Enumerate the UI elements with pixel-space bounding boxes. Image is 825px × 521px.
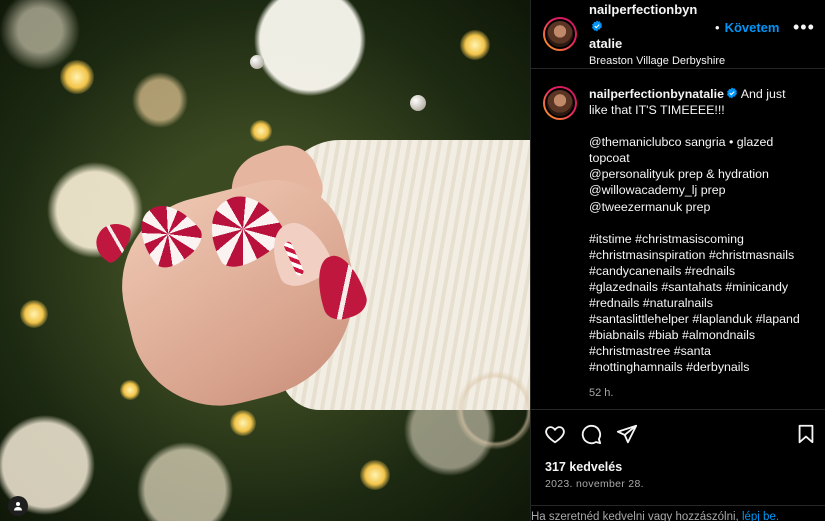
bookmark-icon	[798, 424, 814, 444]
heart-icon	[545, 426, 565, 444]
like-button[interactable]	[543, 422, 567, 446]
ornament-ring	[455, 370, 530, 450]
caption-line: @willowacademy_lj prep	[589, 183, 726, 198]
more-options-button[interactable]: •••	[793, 17, 814, 38]
light-bokeh	[250, 120, 272, 142]
divider	[531, 409, 825, 410]
caption-line: @tweezermanuk prep	[589, 199, 711, 214]
garland-bead	[250, 55, 264, 69]
save-button[interactable]	[794, 422, 818, 446]
separator-dot: •	[715, 19, 720, 35]
user-tag-icon	[14, 502, 22, 511]
verified-badge-icon	[727, 87, 737, 99]
caption-timestamp: 52 h.	[589, 386, 614, 399]
post-date: 2023. november 28.	[545, 478, 644, 490]
light-bokeh	[360, 460, 390, 490]
tagged-users-button[interactable]	[8, 496, 28, 516]
post-photo[interactable]	[0, 0, 530, 521]
likes-count[interactable]: 317 kedvelés	[545, 460, 622, 474]
light-bokeh	[120, 380, 140, 400]
light-bokeh	[20, 300, 48, 328]
post-caption: nailperfectionbynatalie And just like th…	[543, 86, 818, 401]
comment-button[interactable]	[579, 422, 603, 446]
verified-badge-icon	[592, 20, 602, 32]
paper-plane-icon	[616, 424, 638, 444]
garland-bead	[410, 95, 426, 111]
username-part-2: atalie	[589, 36, 623, 51]
caption-line: @themaniclubco sangria • glazed topcoat	[589, 135, 774, 166]
caption-hashtags[interactable]: #itstime #christmasiscoming #christmasin…	[589, 231, 807, 376]
location-link[interactable]: Breaston Village Derbyshire	[589, 55, 725, 67]
follow-button[interactable]: Követem	[725, 20, 780, 35]
post-side-panel: nailperfectionbyn atalie Breaston Villag…	[530, 0, 825, 521]
author-avatar[interactable]	[543, 17, 577, 51]
light-bokeh	[60, 60, 94, 94]
action-bar	[543, 422, 818, 446]
login-link[interactable]: lépj be.	[742, 511, 779, 521]
login-prompt-text: Ha szeretnéd kedvelni vagy hozzászólni,	[531, 511, 742, 521]
post-header: nailperfectionbyn atalie Breaston Villag…	[531, 0, 825, 69]
share-button[interactable]	[615, 422, 639, 446]
username-part-1: nailperfectionbyn	[589, 2, 698, 17]
light-bokeh	[230, 410, 256, 436]
login-prompt: Ha szeretnéd kedvelni vagy hozzászólni, …	[531, 505, 825, 521]
caption-avatar[interactable]	[543, 86, 577, 120]
caption-line: @personalityuk prep & hydration	[589, 167, 769, 182]
caption-username[interactable]: nailperfectionbynatalie	[589, 87, 724, 101]
author-username-link[interactable]: nailperfectionbyn atalie	[589, 1, 709, 52]
comment-icon	[581, 424, 602, 445]
light-bokeh	[460, 30, 490, 60]
